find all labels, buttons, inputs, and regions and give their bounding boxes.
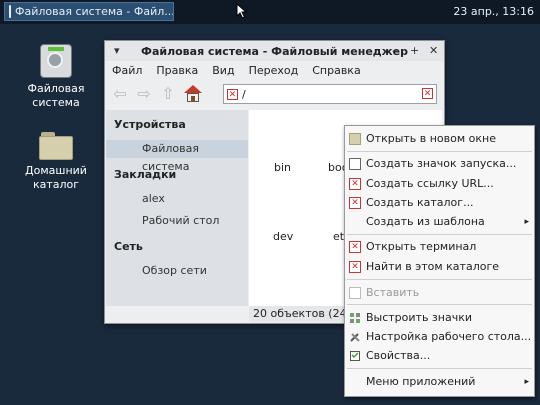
minimize-button[interactable]: – [392,44,398,57]
menu-help[interactable]: Справка [312,64,360,77]
maximize-button[interactable]: + [410,44,419,57]
menu-item-create-folder[interactable]: ✕ Создать каталог... [345,193,534,212]
submenu-arrow-icon: ▸ [524,376,529,387]
missing-icon: ✕ [349,177,361,190]
menu-item-open-new-window[interactable]: Открыть в новом окне [345,129,534,148]
menubar: Файл Правка Вид Переход Справка [105,61,444,79]
close-button[interactable]: ✕ [429,44,438,57]
menu-file[interactable]: Файл [112,64,142,77]
clear-location-icon[interactable]: ✕ [422,88,433,99]
taskbar-window-button[interactable]: Файловая система - Файл... [4,2,174,21]
file-manager-icon [9,5,11,18]
up-arrow-icon[interactable]: ⇧ [159,85,177,103]
missing-icon: ✕ [349,260,361,273]
desktop-icon-home[interactable]: Домашний каталог [16,132,96,192]
properties-icon [349,350,361,362]
desktop-icon-filesystem[interactable]: Файловая система [16,44,96,110]
menu-separator [347,234,532,235]
forward-arrow-icon[interactable]: ⇨ [135,85,153,103]
sidebar-item-desktop[interactable]: Рабочий стол [106,212,248,230]
sidebar-heading-network: Сеть [114,240,143,253]
clock[interactable]: 23 апр., 13:16 [453,5,534,18]
sidebar: Устройства Файловая система Закладки ale… [106,110,248,306]
menu-separator [347,368,532,369]
submenu-arrow-icon: ▸ [524,216,529,227]
window-titlebar[interactable]: ▾ Файловая система - Файловый менеджер –… [105,41,444,61]
menu-item-paste: Вставить [345,283,534,302]
menu-item-arrange-icons[interactable]: Выстроить значки [345,308,534,327]
home-icon[interactable] [183,84,203,104]
file-item[interactable]: dev [273,230,293,243]
menu-separator [347,279,532,280]
file-item[interactable]: et [333,230,344,243]
menu-edit[interactable]: Правка [156,64,198,77]
back-arrow-icon[interactable]: ⇦ [111,85,129,103]
blank-icon [349,376,361,388]
location-path: / [242,87,246,101]
desktop-icon-label: Домашний каталог [25,164,87,191]
menu-item-create-from-template[interactable]: Создать из шаблона ▸ [345,212,534,231]
menu-item-create-url[interactable]: ✕ Создать ссылку URL... [345,174,534,193]
drive-icon [40,44,72,78]
file-item[interactable]: bin [274,161,291,174]
menu-separator [347,304,532,305]
toolbar: ⇦ ⇨ ⇧ ✕ / ✕ [105,79,444,109]
tools-icon [349,331,361,343]
menu-item-applications-menu[interactable]: Меню приложений ▸ [345,372,534,391]
sidebar-heading-devices: Устройства [114,118,186,131]
paste-icon [349,286,361,299]
menu-item-find-in-folder[interactable]: ✕ Найти в этом каталоге [345,257,534,276]
missing-icon: ✕ [227,88,238,100]
menu-item-create-launcher[interactable]: Создать значок запуска... [345,154,534,173]
missing-icon: ✕ [349,240,361,253]
sidebar-item-alex[interactable]: alex [106,190,248,208]
menu-item-properties[interactable]: Свойства... [345,346,534,365]
sidebar-item-browse-network[interactable]: Обзор сети [106,262,248,280]
folder-icon [39,132,73,160]
top-panel: Файловая система - Файл... 23 апр., 13:1… [0,0,540,24]
menu-item-open-terminal[interactable]: ✕ Открыть терминал [345,237,534,256]
menu-item-desktop-settings[interactable]: Настройка рабочего стола... [345,327,534,346]
taskbar-window-title: Файловая система - Файл... [15,5,174,18]
blank-icon [349,216,361,228]
menu-view[interactable]: Вид [212,64,234,77]
mouse-cursor-icon [236,3,248,19]
menu-separator [347,151,532,152]
desktop-context-menu: Открыть в новом окне Создать значок запу… [344,125,535,397]
missing-icon: ✕ [349,196,361,209]
desktop-icon-label: Файловая система [27,82,85,109]
sidebar-item-filesystem[interactable]: Файловая система [106,140,248,173]
document-icon [349,157,361,170]
menu-go[interactable]: Переход [249,64,299,77]
location-bar[interactable]: ✕ / ✕ [223,84,437,104]
folder-icon [349,132,361,145]
sort-icon [349,312,361,324]
